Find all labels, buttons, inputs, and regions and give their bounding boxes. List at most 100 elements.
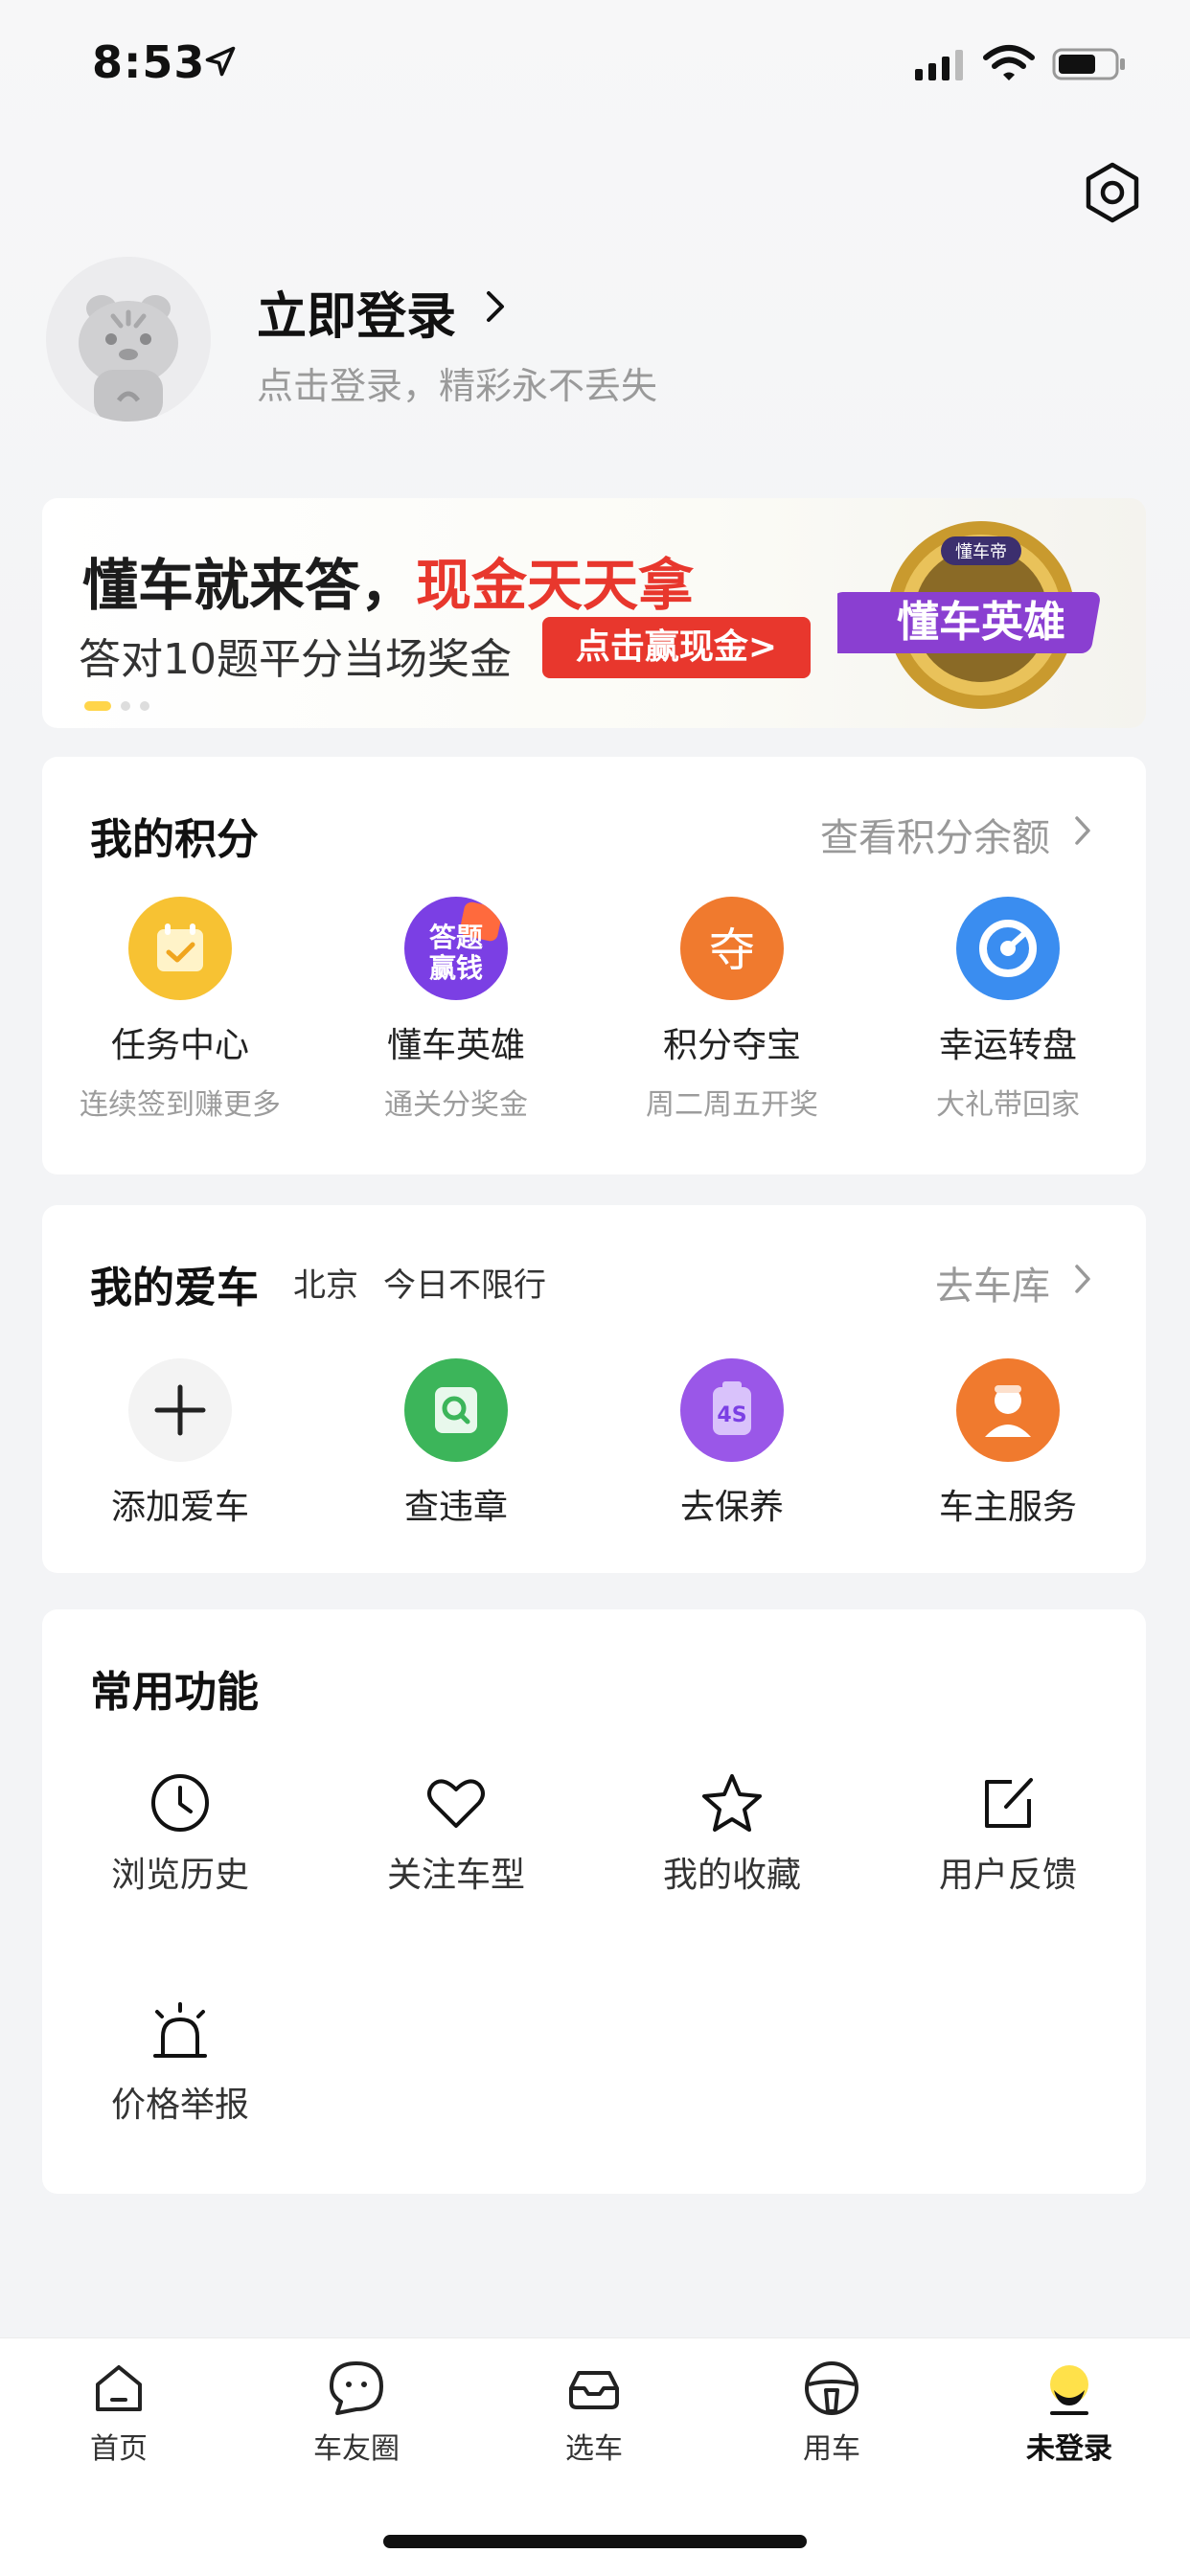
grid-item-maintenance[interactable]: 4S 去保养 xyxy=(594,1358,870,1529)
grid-item-label: 查违章 xyxy=(403,1488,508,1527)
alarm-icon xyxy=(153,2002,207,2058)
grid-item-sub: 通关分奖金 xyxy=(384,1088,528,1122)
car-icon xyxy=(569,2371,619,2409)
grid-item-owner-service[interactable]: 车主服务 xyxy=(870,1358,1146,1529)
battery-icon xyxy=(1052,48,1125,80)
function-my-favorites[interactable]: 我的收藏 xyxy=(594,1768,870,1897)
function-label: 用户反馈 xyxy=(938,1856,1077,1895)
plus-icon xyxy=(128,1358,232,1462)
quiz-money-icon: 答题 赢钱 xyxy=(404,897,508,1000)
tab-car-community[interactable]: 车友圈 xyxy=(261,2358,452,2467)
badge-text: 懂车英雄 xyxy=(897,598,1065,647)
common-functions-card: 常用功能 浏览历史 关注车型 我的收藏 用户反馈 价格举报 xyxy=(42,1609,1146,2194)
svg-text:4S: 4S xyxy=(717,1403,746,1427)
banner-cta-button[interactable]: 点击赢现金> xyxy=(542,617,811,678)
function-label: 我的收藏 xyxy=(662,1856,801,1895)
login-title[interactable]: 立即登录 xyxy=(257,276,456,348)
function-label: 浏览历史 xyxy=(110,1856,249,1895)
function-user-feedback[interactable]: 用户反馈 xyxy=(870,1768,1146,1897)
grid-item-check-violation[interactable]: 查违章 xyxy=(318,1358,594,1529)
banner-subtitle: 答对10题平分当场奖金 xyxy=(79,635,512,684)
grid-item-add-car[interactable]: 添加爱车 xyxy=(42,1358,318,1529)
tab-choose-car[interactable]: 选车 xyxy=(498,2358,690,2467)
grid-item-label: 去保养 xyxy=(679,1488,784,1527)
login-subtitle: 点击登录，精彩永不丢失 xyxy=(257,365,658,407)
tab-label: 首页 xyxy=(90,2432,148,2466)
grid-item-label: 车主服务 xyxy=(938,1488,1077,1527)
grid-item-task-center[interactable]: 任务中心 连续签到赚更多 xyxy=(42,897,318,1123)
chevron-right-icon[interactable] xyxy=(479,287,512,326)
pagination-dot-active xyxy=(84,700,111,711)
banner-title-part1: 懂车就来答， xyxy=(82,553,417,618)
tab-label: 选车 xyxy=(565,2432,623,2466)
my-car-city: 北京 xyxy=(293,1266,358,1305)
wifi-icon xyxy=(983,45,1035,80)
grid-item-label: 任务中心 xyxy=(110,1026,249,1065)
my-car-title: 我的爱车 xyxy=(90,1264,259,1312)
points-card: 我的积分 查看积分余额 任务中心 连续签到赚更多 答题 赢钱 懂车英雄 通关分奖… xyxy=(42,757,1146,1174)
tab-label: 用车 xyxy=(803,2432,860,2466)
function-price-report[interactable]: 价格举报 xyxy=(42,1998,318,2127)
settings-gear-icon[interactable] xyxy=(1081,161,1144,224)
pagination-dot xyxy=(121,700,130,711)
status-bar: 8:53 xyxy=(0,0,1190,125)
grid-item-sub: 连续签到赚更多 xyxy=(80,1088,281,1122)
grid-item-points-treasure[interactable]: 夺 积分夺宝 周二周五开奖 xyxy=(594,897,870,1123)
function-label: 价格举报 xyxy=(110,2086,249,2125)
banner-pagination xyxy=(84,695,159,711)
grid-item-label: 积分夺宝 xyxy=(662,1026,801,1065)
home-icon xyxy=(96,2365,142,2411)
grid-item-sub: 大礼带回家 xyxy=(936,1088,1080,1122)
home-indicator xyxy=(383,2535,807,2548)
heart-icon xyxy=(427,1779,485,1828)
svg-text:夺: 夺 xyxy=(709,923,755,977)
edit-icon xyxy=(985,1778,1033,1828)
star-icon xyxy=(702,1774,762,1832)
my-car-card: 我的爱车 北京 今日不限行 去车库 添加爱车 查违章 4S 去保养 车主服务 xyxy=(42,1205,1146,1573)
chevron-right-icon[interactable] xyxy=(1073,814,1092,847)
treasure-icon: 夺 xyxy=(680,897,784,1000)
calendar-check-icon xyxy=(128,897,232,1000)
grid-item-lucky-wheel[interactable]: 幸运转盘 大礼带回家 xyxy=(870,897,1146,1123)
wheel-icon xyxy=(956,897,1060,1000)
grid-item-sub: 周二周五开奖 xyxy=(646,1088,818,1122)
tab-home[interactable]: 首页 xyxy=(23,2358,215,2467)
location-arrow-icon xyxy=(205,46,236,77)
svg-text:答题: 答题 xyxy=(429,922,483,953)
function-followed-models[interactable]: 关注车型 xyxy=(318,1768,594,1897)
grid-item-label: 幸运转盘 xyxy=(938,1026,1077,1065)
tab-use-car[interactable]: 用车 xyxy=(736,2358,927,2467)
tiger-avatar-icon xyxy=(46,257,211,422)
tab-label: 未登录 xyxy=(1026,2432,1112,2466)
signal-icon xyxy=(915,50,963,80)
clock-icon xyxy=(151,1774,209,1832)
chat-icon xyxy=(330,2361,383,2415)
promo-banner[interactable]: 懂车就来答，现金天天拿 答对10题平分当场奖金 点击赢现金> 懂车帝 懂车英雄 xyxy=(42,498,1146,728)
avatar[interactable] xyxy=(46,257,211,422)
points-balance-link[interactable]: 查看积分余额 xyxy=(820,807,1050,862)
dongche-hero-badge-icon: 懂车帝 懂车英雄 xyxy=(837,521,1100,709)
garage-link[interactable]: 去车库 xyxy=(935,1255,1050,1311)
tab-label: 车友圈 xyxy=(313,2432,400,2466)
svg-text:赢钱: 赢钱 xyxy=(429,952,483,984)
chevron-right-icon[interactable] xyxy=(1073,1263,1092,1295)
grid-item-label: 懂车英雄 xyxy=(386,1026,525,1065)
grid-item-dongche-hero[interactable]: 答题 赢钱 懂车英雄 通关分奖金 xyxy=(318,897,594,1123)
my-car-restriction: 今日不限行 xyxy=(383,1266,546,1305)
steering-wheel-icon xyxy=(805,2361,858,2415)
maintenance-4s-icon: 4S xyxy=(680,1358,784,1462)
pagination-dot xyxy=(140,700,149,711)
profile-moon-icon xyxy=(1050,2365,1088,2415)
search-violation-icon xyxy=(404,1358,508,1462)
common-title: 常用功能 xyxy=(90,1668,259,1717)
function-browse-history[interactable]: 浏览历史 xyxy=(42,1768,318,1897)
function-label: 关注车型 xyxy=(386,1856,525,1895)
owner-service-icon xyxy=(956,1358,1060,1462)
tab-not-logged-in[interactable]: 未登录 xyxy=(973,2358,1165,2467)
banner-title: 懂车就来答，现金天天拿 xyxy=(82,540,694,621)
status-time: 8:53 xyxy=(92,36,206,88)
grid-item-label: 添加爱车 xyxy=(110,1488,249,1527)
badge-brand: 懂车帝 xyxy=(955,542,1007,562)
banner-title-part2: 现金天天拿 xyxy=(416,553,695,618)
points-title: 我的积分 xyxy=(90,815,259,864)
